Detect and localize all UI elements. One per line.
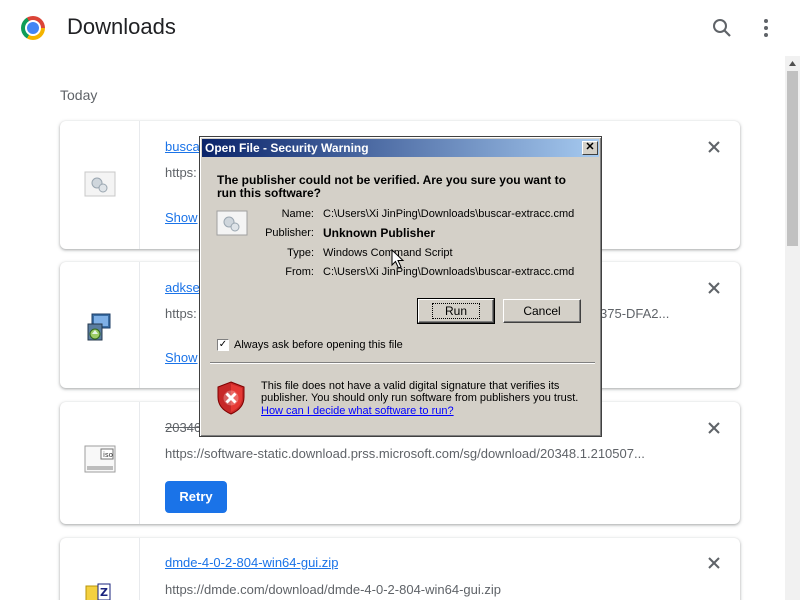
dialog-titlebar[interactable]: Open File - Security Warning ✕ [202,139,599,157]
close-icon[interactable] [706,555,722,571]
scroll-up-arrow-icon[interactable] [785,56,800,71]
dialog-close-button[interactable]: ✕ [582,141,598,155]
name-label: Name: [281,208,314,220]
installer-icon [84,310,116,342]
file-icon-area: iso [60,402,140,524]
zip-icon: Z [84,582,116,600]
cmd-file-icon [84,169,116,201]
page-title: Downloads [67,14,176,39]
close-icon[interactable] [706,139,722,155]
shield-warning-icon [216,381,246,415]
run-button[interactable]: Run [417,298,495,324]
download-url: https://dmde.com/download/dmde-4-0-2-804… [165,582,502,597]
help-link[interactable]: How can I decide what software to run? [261,405,454,417]
cancel-button[interactable]: Cancel [503,299,581,323]
file-icon-area [60,121,140,249]
mouse-cursor-icon [391,248,405,269]
publisher-value: Unknown Publisher [323,226,436,240]
show-in-folder-link[interactable]: Show [165,350,198,365]
from-label: From: [285,266,314,278]
svg-text:iso: iso [103,451,113,459]
download-card: Z dmde-4-0-2-804-win64-gui.zip https://d… [60,538,740,600]
dialog-separator [210,362,595,364]
file-name-value: C:\Users\Xi JinPing\Downloads\buscar-ext… [323,208,575,220]
download-url: https://software-static.download.prss.mi… [165,446,645,461]
publisher-label: Publisher: [265,227,314,239]
search-icon[interactable] [710,16,734,40]
page-scrollbar[interactable] [785,56,800,600]
file-type-value: Windows Command Script [323,247,453,259]
more-menu-icon[interactable] [754,16,778,40]
dialog-title: Open File - Security Warning [205,141,369,155]
download-url-tail: 375-DFA2... [600,306,670,321]
download-file-name[interactable]: dmde-4-0-2-804-win64-gui.zip [165,555,338,570]
downloads-header: Downloads [0,0,800,56]
file-icon-area: Z [60,538,140,600]
always-ask-checkbox[interactable]: ✓ [217,339,229,351]
always-ask-label[interactable]: Always ask before opening this file [234,339,403,351]
retry-button[interactable]: Retry [165,481,227,513]
download-file-name: 20346 [165,420,201,435]
signature-warning-text: This file does not have a valid digital … [261,380,579,404]
dialog-question: The publisher could not be verified. Are… [217,173,566,200]
file-icon-area [60,262,140,388]
file-source-value: C:\Users\Xi JinPing\Downloads\buscar-ext… [323,266,575,278]
type-label: Type: [287,247,314,259]
close-icon[interactable] [706,280,722,296]
iso-icon: iso [84,444,116,476]
svg-text:Z: Z [100,586,108,599]
chrome-logo-icon [21,16,45,40]
security-warning-dialog: Open File - Security Warning ✕ The publi… [199,136,602,437]
close-icon[interactable] [706,420,722,436]
scroll-thumb[interactable] [787,71,798,246]
run-button-label: Run [431,303,480,319]
date-heading: Today [60,87,98,103]
show-in-folder-link[interactable]: Show [165,210,198,225]
